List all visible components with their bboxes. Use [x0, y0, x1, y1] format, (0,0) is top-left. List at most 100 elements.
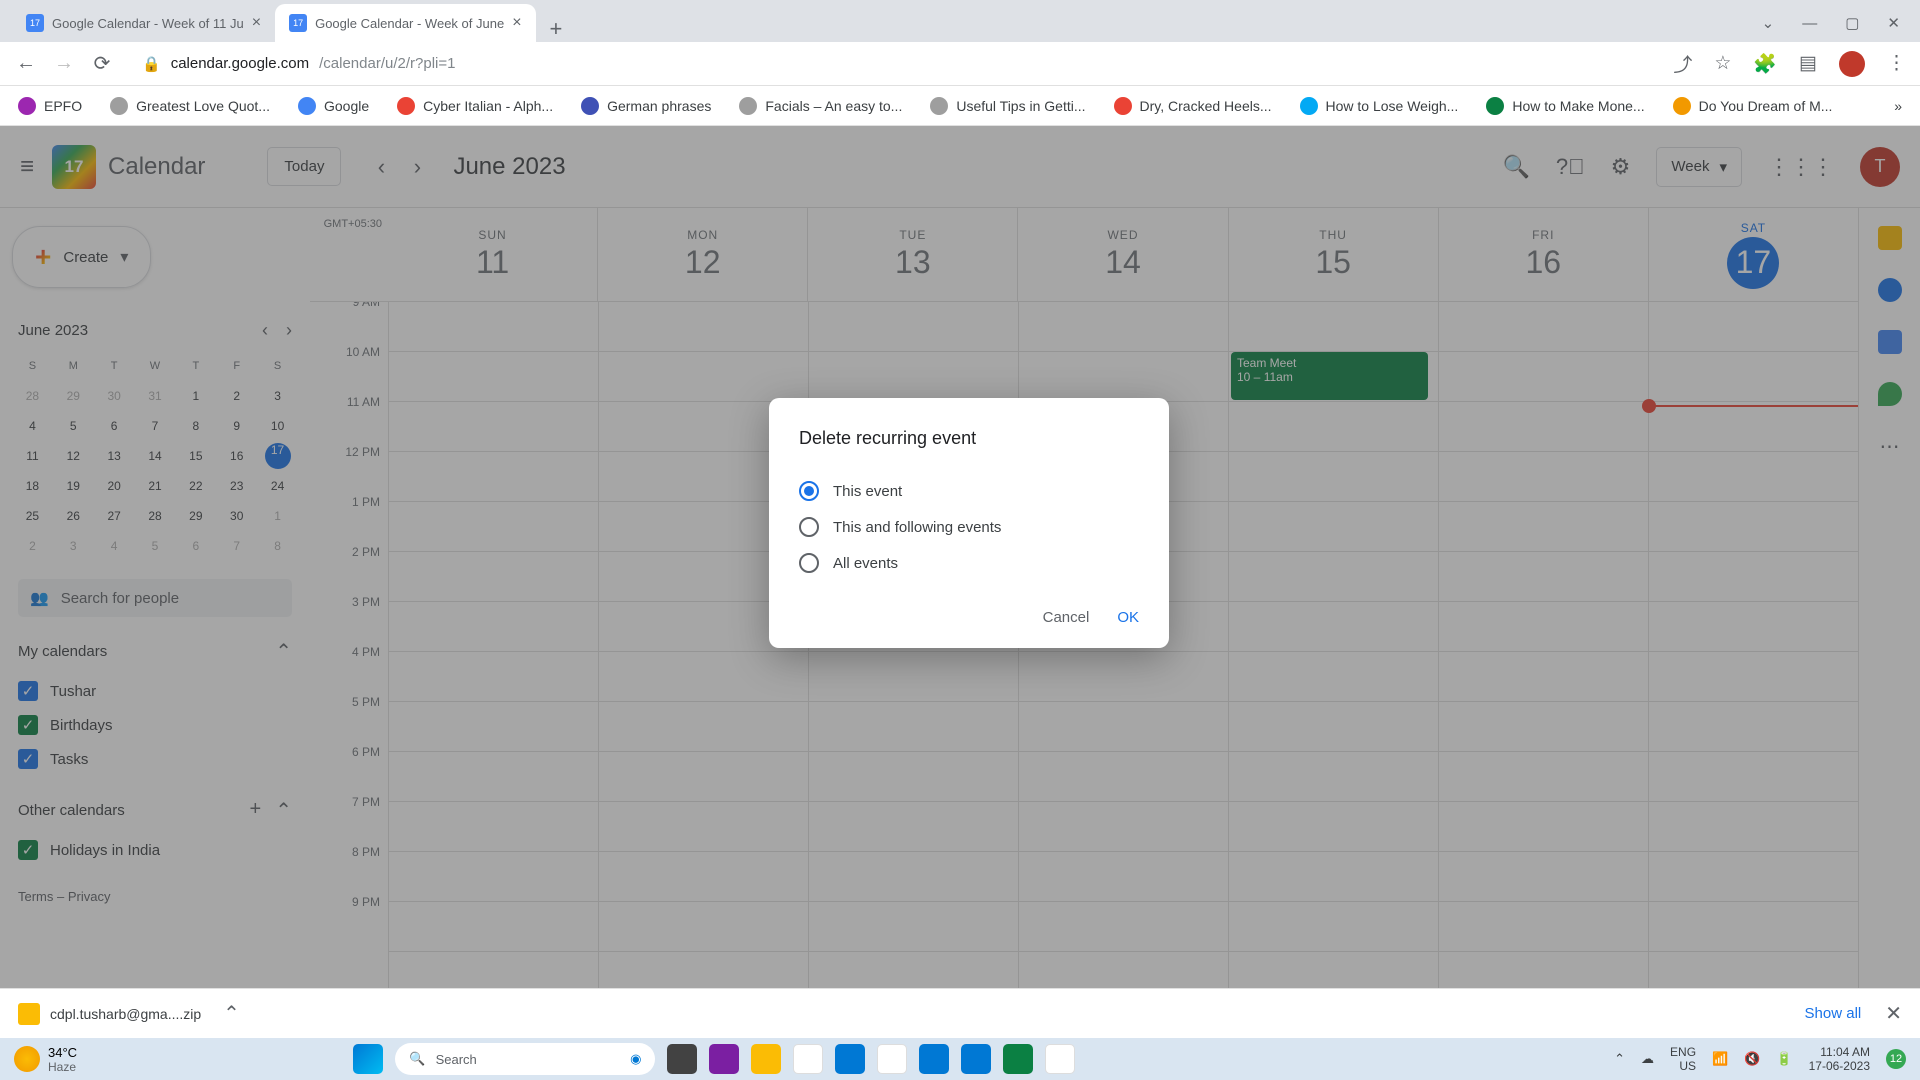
- dialog-radio-option[interactable]: This and following events: [799, 509, 1139, 545]
- radio-icon: [799, 481, 819, 501]
- cancel-button[interactable]: Cancel: [1043, 609, 1090, 626]
- address-bar: ← → ⟳ 🔒 calendar.google.com/calendar/u/2…: [0, 42, 1920, 86]
- chrome2-icon[interactable]: [1045, 1044, 1075, 1074]
- reload-icon[interactable]: ⟳: [90, 51, 114, 76]
- url-host: calendar.google.com: [171, 55, 309, 72]
- explorer-icon[interactable]: [751, 1044, 781, 1074]
- kebab-icon[interactable]: ⋮: [1887, 52, 1906, 75]
- edge-icon[interactable]: [961, 1044, 991, 1074]
- bookmark-favicon: [18, 97, 36, 115]
- bookmark-item[interactable]: German phrases: [581, 97, 711, 115]
- url-input[interactable]: 🔒 calendar.google.com/calendar/u/2/r?pli…: [128, 55, 1659, 73]
- bookmark-favicon: [581, 97, 599, 115]
- tab-dropdown-icon[interactable]: ⌄: [1762, 14, 1775, 32]
- app-icon[interactable]: [1003, 1044, 1033, 1074]
- taskbar-search[interactable]: 🔍 Search ◉: [395, 1043, 655, 1075]
- bookmark-favicon: [397, 97, 415, 115]
- battery-icon[interactable]: 🔋: [1776, 1051, 1792, 1067]
- calendar-favicon: 17: [26, 14, 44, 32]
- store-icon[interactable]: [835, 1044, 865, 1074]
- taskview-icon[interactable]: [667, 1044, 697, 1074]
- bookmark-item[interactable]: Cyber Italian - Alph...: [397, 97, 553, 115]
- bookmark-item[interactable]: Google: [298, 97, 369, 115]
- dialog-title: Delete recurring event: [799, 428, 1139, 449]
- volume-icon[interactable]: 🔇: [1744, 1051, 1760, 1067]
- calendar-favicon: 17: [289, 14, 307, 32]
- new-tab-button[interactable]: +: [536, 16, 577, 42]
- bookmark-favicon: [298, 97, 316, 115]
- browser-tab-strip: 17 Google Calendar - Week of 11 Ju × 17 …: [0, 0, 1920, 42]
- bookmark-favicon: [1673, 97, 1691, 115]
- star-icon[interactable]: ☆: [1714, 52, 1731, 75]
- bookmark-label: Facials – An easy to...: [765, 98, 902, 114]
- download-item[interactable]: cdpl.tusharb@gma....zip ⌃: [18, 1001, 240, 1026]
- tab-title: Google Calendar - Week of 11 Ju: [52, 16, 244, 31]
- bookmark-favicon: [110, 97, 128, 115]
- url-path: /calendar/u/2/r?pli=1: [319, 55, 455, 72]
- bookmark-item[interactable]: Useful Tips in Getti...: [930, 97, 1085, 115]
- bookmark-label: Greatest Love Quot...: [136, 98, 270, 114]
- onedrive-icon[interactable]: ☁: [1641, 1051, 1654, 1067]
- sidepanel-icon[interactable]: ▤: [1799, 52, 1817, 75]
- close-window-icon[interactable]: ✕: [1887, 14, 1900, 32]
- close-icon[interactable]: ×: [252, 14, 261, 32]
- chat-icon[interactable]: [709, 1044, 739, 1074]
- bookmark-label: Useful Tips in Getti...: [956, 98, 1085, 114]
- bookmark-favicon: [1486, 97, 1504, 115]
- bookmark-label: Do You Dream of M...: [1699, 98, 1833, 114]
- weather-cond: Haze: [48, 1060, 77, 1074]
- bookmark-item[interactable]: How to Make Mone...: [1486, 97, 1644, 115]
- show-all-downloads[interactable]: Show all: [1805, 1005, 1862, 1022]
- radio-label: This and following events: [833, 519, 1001, 536]
- bookmark-label: German phrases: [607, 98, 711, 114]
- maximize-icon[interactable]: ▢: [1845, 14, 1859, 32]
- bookmark-label: EPFO: [44, 98, 82, 114]
- dialog-radio-option[interactable]: All events: [799, 545, 1139, 581]
- bookmarks-overflow-icon[interactable]: »: [1894, 98, 1902, 114]
- tray-chevron-icon[interactable]: ⌃: [1614, 1051, 1625, 1067]
- close-icon[interactable]: ✕: [1885, 1001, 1902, 1026]
- notification-badge[interactable]: 12: [1886, 1049, 1906, 1069]
- forward-icon[interactable]: →: [52, 52, 76, 75]
- bookmark-favicon: [930, 97, 948, 115]
- share-icon[interactable]: ⤴: [1673, 50, 1692, 77]
- bookmark-favicon: [1300, 97, 1318, 115]
- minimize-icon[interactable]: —: [1802, 15, 1817, 32]
- bookmark-item[interactable]: Dry, Cracked Heels...: [1114, 97, 1272, 115]
- bookmark-item[interactable]: EPFO: [18, 97, 82, 115]
- radio-label: This event: [833, 483, 902, 500]
- weather-widget[interactable]: 34°C Haze: [14, 1045, 77, 1074]
- bookmark-item[interactable]: Greatest Love Quot...: [110, 97, 270, 115]
- ok-button[interactable]: OK: [1117, 609, 1139, 626]
- chevron-up-icon[interactable]: ⌃: [223, 1001, 240, 1026]
- bookmark-label: How to Make Mone...: [1512, 98, 1644, 114]
- mail-icon[interactable]: [919, 1044, 949, 1074]
- window-controls: ⌄ — ▢ ✕: [1762, 4, 1908, 42]
- weather-icon: [14, 1046, 40, 1072]
- tab-active[interactable]: 17 Google Calendar - Week of June ×: [275, 4, 535, 42]
- download-filename: cdpl.tusharb@gma....zip: [50, 1006, 201, 1022]
- wifi-icon[interactable]: 📶: [1712, 1051, 1728, 1067]
- bookmark-item[interactable]: How to Lose Weigh...: [1300, 97, 1459, 115]
- zip-file-icon: [18, 1003, 40, 1025]
- bookmark-item[interactable]: Facials – An easy to...: [739, 97, 902, 115]
- chrome-icon[interactable]: [793, 1044, 823, 1074]
- clock[interactable]: 11:04 AM17-06-2023: [1809, 1045, 1870, 1074]
- search-icon: 🔍: [409, 1051, 425, 1067]
- delete-recurring-dialog: Delete recurring event This event This an…: [769, 398, 1169, 648]
- bookmark-favicon: [739, 97, 757, 115]
- back-icon[interactable]: ←: [14, 52, 38, 75]
- bookmark-favicon: [1114, 97, 1132, 115]
- dialog-radio-option[interactable]: This event: [799, 473, 1139, 509]
- downloads-bar: cdpl.tusharb@gma....zip ⌃ Show all ✕: [0, 988, 1920, 1038]
- start-icon[interactable]: [353, 1044, 383, 1074]
- close-icon[interactable]: ×: [512, 14, 521, 32]
- language-indicator[interactable]: ENGUS: [1670, 1045, 1696, 1074]
- taskbar-search-placeholder: Search: [436, 1052, 477, 1067]
- bookmark-item[interactable]: Do You Dream of M...: [1673, 97, 1833, 115]
- radio-icon: [799, 553, 819, 573]
- profile-avatar[interactable]: [1839, 51, 1865, 77]
- extensions-icon[interactable]: 🧩: [1753, 52, 1777, 76]
- tab-inactive[interactable]: 17 Google Calendar - Week of 11 Ju ×: [12, 4, 275, 42]
- amazon-icon[interactable]: [877, 1044, 907, 1074]
